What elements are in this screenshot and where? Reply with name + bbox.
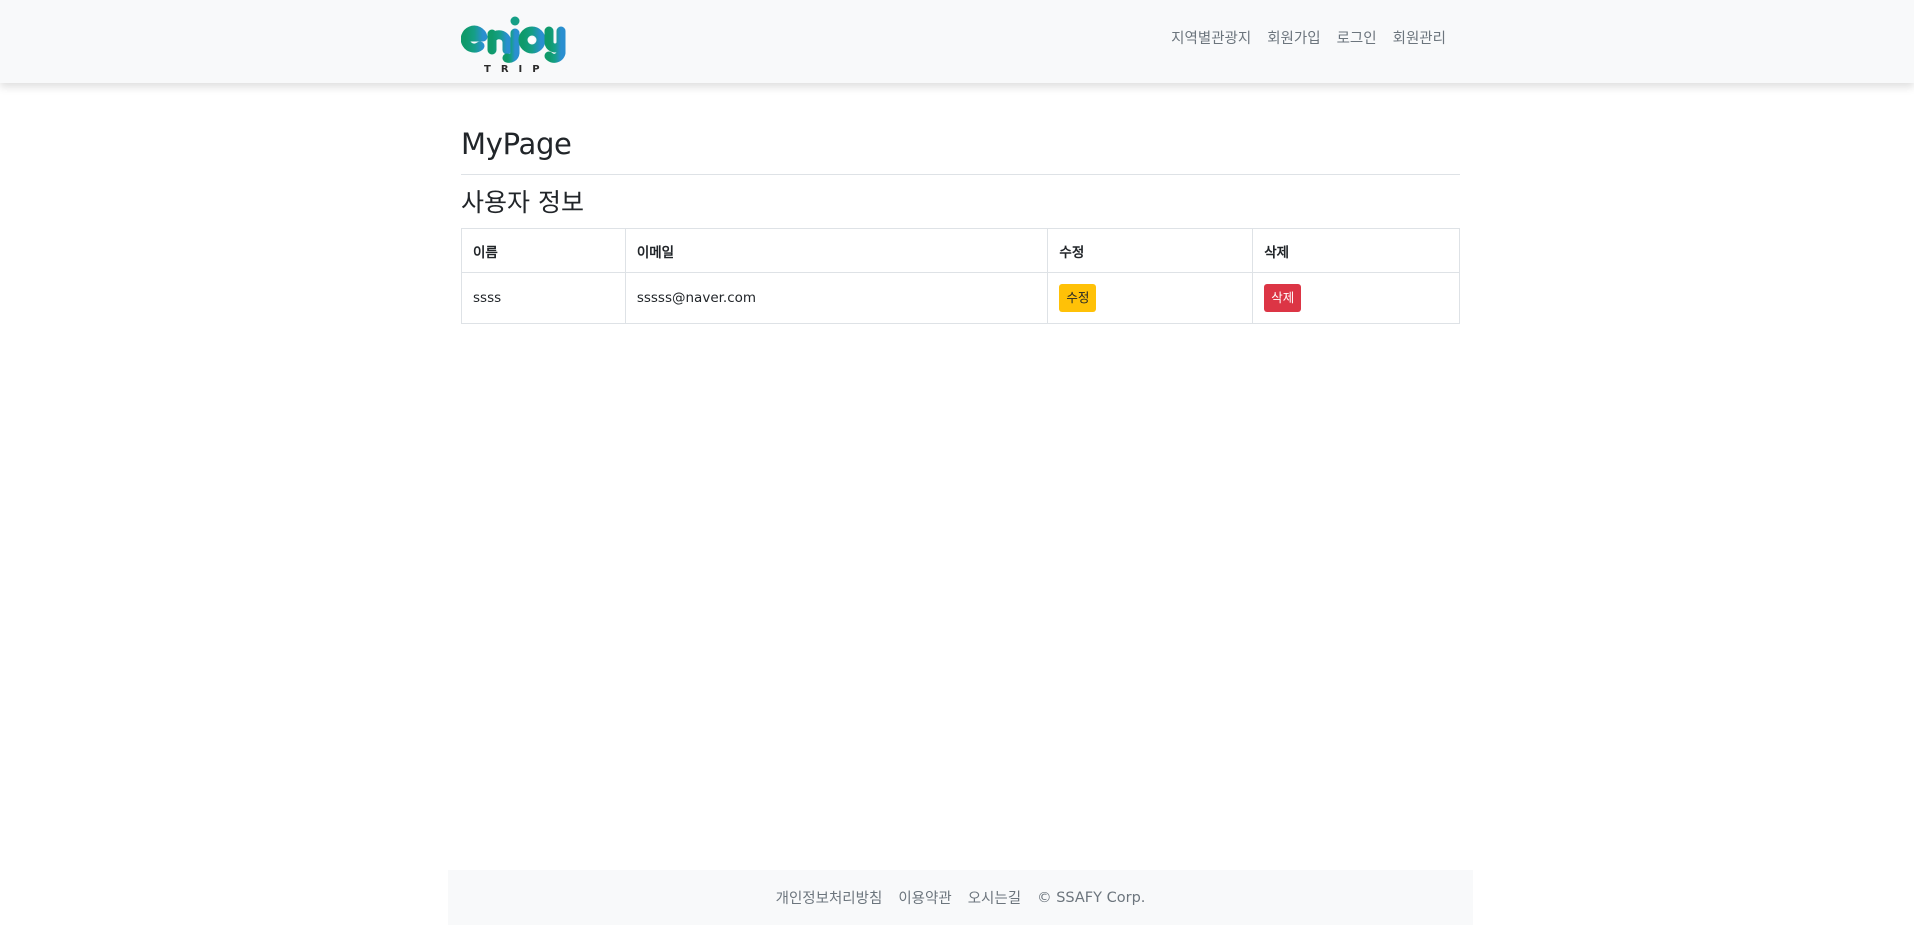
- user-name-cell: ssss: [461, 272, 626, 324]
- footer-link-directions[interactable]: 오시는길: [960, 887, 1029, 908]
- logo-subtext: TRIP: [484, 64, 550, 75]
- edit-button[interactable]: 수정: [1059, 284, 1097, 312]
- column-header-edit: 수정: [1047, 228, 1254, 273]
- table-row: ssss sssss@naver.com 수정 삭제: [461, 272, 1460, 324]
- column-header-delete: 삭제: [1252, 228, 1460, 273]
- footer-link-privacy-policy[interactable]: 개인정보처리방침: [768, 887, 891, 908]
- nav-link-member-management[interactable]: 회원관리: [1385, 28, 1453, 50]
- footer-link-terms[interactable]: 이용약관: [890, 887, 959, 908]
- user-email-cell: sssss@naver.com: [624, 272, 1049, 324]
- user-info-table: 이름 이메일 수정 삭제 ssss sssss@naver.com 수정 삭제: [461, 228, 1460, 324]
- main-nav: 지역별관광지 회원가입 로그인 회원관리: [1163, 28, 1453, 50]
- table-header-row: 이름 이메일 수정 삭제: [461, 228, 1460, 273]
- enjoy-trip-logo-icon: TRIP: [461, 16, 566, 75]
- footer-copyright: © SSAFY Corp.: [1037, 889, 1146, 906]
- nav-link-signup[interactable]: 회원가입: [1259, 28, 1328, 50]
- nav-link-login[interactable]: 로그인: [1329, 28, 1385, 50]
- section-title: 사용자 정보: [461, 188, 584, 217]
- title-divider: [461, 174, 1460, 175]
- delete-cell: 삭제: [1252, 272, 1460, 324]
- delete-button[interactable]: 삭제: [1264, 284, 1302, 312]
- enjoy-trip-logo[interactable]: TRIP: [461, 9, 571, 75]
- column-header-name: 이름: [461, 228, 626, 273]
- nav-link-regional-attractions[interactable]: 지역별관광지: [1163, 28, 1259, 50]
- footer: 개인정보처리방침 이용약관 오시는길 © SSAFY Corp.: [448, 870, 1473, 925]
- edit-cell: 수정: [1047, 272, 1254, 324]
- navbar: TRIP 지역별관광지 회원가입 로그인 회원관리: [0, 0, 1914, 83]
- column-header-email: 이메일: [624, 228, 1049, 273]
- page-title: MyPage: [461, 127, 572, 161]
